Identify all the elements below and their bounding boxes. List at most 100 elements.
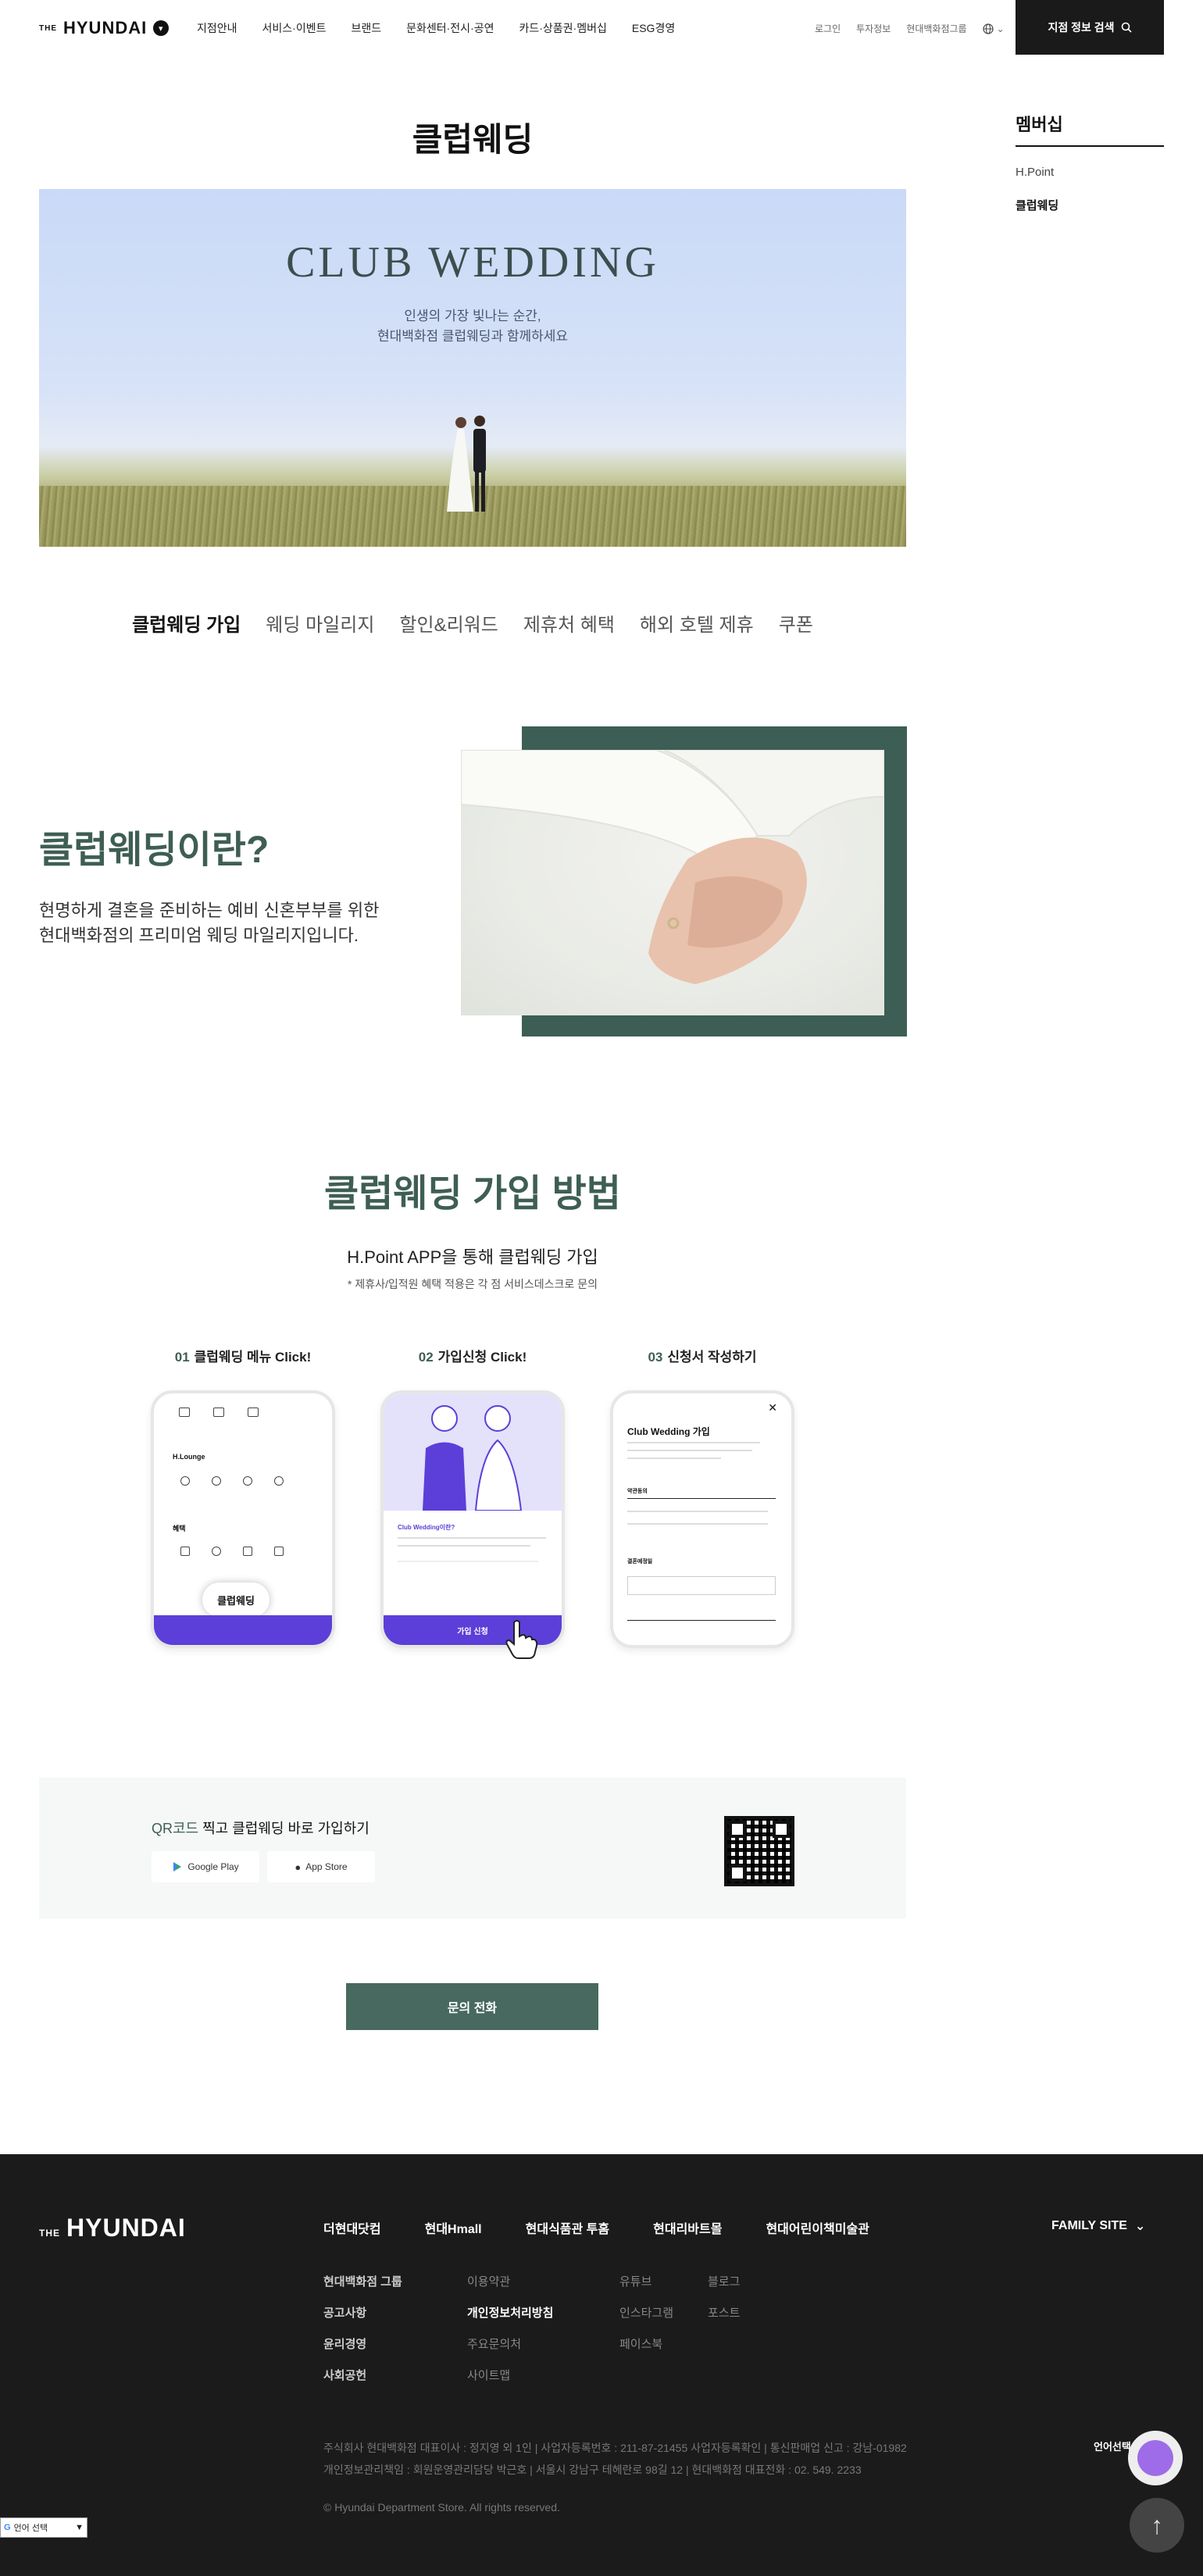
intro-description: 현명하게 결혼을 준비하는 예비 신혼부부를 위한 현대백화점의 프리미엄 웨딩…: [39, 898, 379, 948]
google-play-button[interactable]: Google Play: [152, 1851, 259, 1882]
qr-title: QR코드 찍고 클럽웨딩 바로 가입하기: [152, 1818, 369, 1838]
club-wedding-menu-chip: 클럽웨딩: [202, 1582, 270, 1617]
language-selector[interactable]: ⌄: [982, 22, 1005, 35]
hyundai-logo[interactable]: THE HYUNDAI ▾: [39, 18, 170, 38]
triangle-down-icon: ▼: [75, 2523, 84, 2532]
hero-line-1: 인생의 가장 빛나는 순간,: [404, 309, 541, 323]
lounge-icon: [180, 1476, 190, 1486]
tab-discount-reward[interactable]: 할인&리워드: [399, 609, 498, 637]
step-3-text: 신청서 작성하기: [667, 1350, 757, 1365]
footer-brand-kids-museum[interactable]: 현대어린이책미술관: [766, 2218, 869, 2237]
lounge-icon: [212, 1476, 221, 1486]
nav-item-stores[interactable]: 지점안내: [197, 20, 237, 36]
step-3-number: 03: [648, 1350, 663, 1365]
footer-link-contacts[interactable]: 주요문의처: [467, 2329, 553, 2360]
footer-col-sns-2: 블로그 포스트: [708, 2267, 740, 2329]
app-store-button[interactable]: ● App Store: [267, 1851, 375, 1882]
footer-logo[interactable]: THE HYUNDAI: [39, 2214, 186, 2242]
footer-link-facebook[interactable]: 페이스북: [619, 2329, 673, 2360]
nav-item-esg[interactable]: ESG경영: [632, 20, 675, 36]
tab-coupon[interactable]: 쿠폰: [779, 609, 813, 637]
inquiry-call-button[interactable]: 문의 전화: [346, 1983, 598, 2030]
store-search-button[interactable]: 지점 정보 검색: [1016, 0, 1164, 55]
side-menu-divider: [1016, 145, 1164, 147]
nav-item-services[interactable]: 서비스·이벤트: [262, 20, 327, 36]
sub-tabs: 클럽웨딩 가입 웨딩 마일리지 할인&리워드 제휴처 혜택 해외 호텔 제휴 쿠…: [0, 609, 945, 637]
phone-text-line: [627, 1511, 768, 1512]
chatbot-mascot-button[interactable]: [1128, 2431, 1183, 2485]
footer-link-sitemap[interactable]: 사이트맵: [467, 2360, 553, 2392]
footer-link-blog[interactable]: 블로그: [708, 2267, 740, 2298]
qr-finder: [729, 1821, 746, 1838]
qr-finder: [729, 1864, 746, 1882]
footer-col-sns: 유튜브 인스타그램 페이스북: [619, 2267, 673, 2360]
scroll-top-button[interactable]: ↑: [1130, 2498, 1184, 2553]
google-translate-widget[interactable]: G 언어 선택 ▼: [0, 2517, 87, 2538]
footer-link-ethics[interactable]: 윤리경영: [323, 2329, 402, 2360]
google-g-icon: G: [4, 2523, 11, 2532]
phone-section-hlounge: H.Lounge: [173, 1453, 205, 1461]
phone-text-line: [627, 1450, 752, 1451]
tab-club-wedding-join[interactable]: 클럽웨딩 가입: [132, 609, 241, 637]
qr-code-image: [724, 1816, 794, 1886]
phone-divider: [627, 1620, 776, 1621]
search-icon: [1121, 22, 1132, 33]
couple-illustration: [384, 1393, 562, 1511]
footer-brand-livart[interactable]: 현대리바트몰: [653, 2218, 722, 2237]
footer-link-terms[interactable]: 이용약관: [467, 2267, 553, 2298]
footer-brand-hmall[interactable]: 현대Hmall: [425, 2218, 482, 2237]
footer-brand-tohome[interactable]: 현대식품관 투홈: [526, 2218, 610, 2237]
footer-link-notice[interactable]: 공고사항: [323, 2298, 402, 2329]
tab-wedding-mileage[interactable]: 웨딩 마일리지: [266, 609, 374, 637]
benefit-icon: [243, 1547, 252, 1556]
side-item-club-wedding[interactable]: 클럽웨딩: [1016, 197, 1058, 213]
footer-col-company: 현대백화점 그룹 공고사항 윤리경영 사회공헌: [323, 2267, 402, 2392]
global-header: THE HYUNDAI ▾ 지점안내 서비스·이벤트 브랜드 문화센터·전시·공…: [0, 0, 1203, 55]
investor-link[interactable]: 투자정보: [856, 22, 891, 35]
footer-logo-text: HYUNDAI: [66, 2214, 186, 2242]
logo-small-text: THE: [39, 23, 57, 33]
google-play-icon: [173, 1862, 182, 1871]
lounge-icon: [274, 1476, 284, 1486]
footer-link-instagram[interactable]: 인스타그램: [619, 2298, 673, 2329]
hero-title: CLUB WEDDING: [286, 238, 659, 287]
phone-text-line: [627, 1523, 768, 1525]
footer-link-youtube[interactable]: 유튜브: [619, 2267, 673, 2298]
google-play-label: Google Play: [187, 1861, 239, 1872]
login-link[interactable]: 로그인: [815, 22, 841, 35]
phone-mockup-apply: Club Wedding이란? 가입 신청: [380, 1390, 565, 1648]
family-site-label: FAMILY SITE: [1051, 2219, 1127, 2232]
side-item-hpoint[interactable]: H.Point: [1016, 166, 1054, 179]
nav-item-culture[interactable]: 문화센터·전시·공연: [406, 20, 494, 36]
phone-form-title: Club Wedding 가입: [627, 1426, 710, 1437]
hand-cursor-icon: [505, 1620, 538, 1659]
phone-card-title: Club Wedding이란?: [398, 1524, 455, 1531]
copyright: © Hyundai Department Store. All rights r…: [323, 2501, 560, 2514]
step-1-label: 01 클럽웨딩 메뉴 Click!: [149, 1346, 337, 1365]
phone-field-date: 결혼예정일: [627, 1559, 653, 1565]
translate-label: 언어 선택: [13, 2524, 48, 2533]
chevron-down-icon[interactable]: ▾: [153, 20, 170, 36]
chevron-down-icon: ⌄: [1134, 2220, 1146, 2233]
phone-section-benefit: 혜택: [173, 1525, 186, 1532]
tab-overseas-hotel[interactable]: 해외 호텔 제휴: [640, 609, 754, 637]
company-info-line-2: 개인정보관리책임 : 회원운영관리담당 박근호 | 서울시 강남구 테헤란로 9…: [323, 2464, 862, 2476]
footer-link-privacy[interactable]: 개인정보처리방침: [467, 2298, 553, 2329]
utility-nav: 로그인 투자정보 현대백화점그룹 ⌄: [815, 22, 1005, 35]
footer-link-post[interactable]: 포스트: [708, 2298, 740, 2329]
footer-brand-thehyundai[interactable]: 더현대닷컴: [323, 2218, 381, 2237]
join-subtitle: H.Point APP을 통해 클럽웨딩 가입: [347, 1247, 598, 1267]
family-site-dropdown[interactable]: FAMILY SITE ⌄: [1051, 2218, 1145, 2234]
nav-item-membership[interactable]: 카드·상품권·멤버십: [519, 20, 607, 36]
footer-link-csr[interactable]: 사회공헌: [323, 2360, 402, 2392]
nav-item-brands[interactable]: 브랜드: [351, 20, 381, 36]
group-link[interactable]: 현대백화점그룹: [906, 22, 966, 35]
language-select-label[interactable]: 언어선택: [1094, 2439, 1131, 2453]
phone-text-line: [398, 1537, 546, 1539]
tab-partner-benefits[interactable]: 제휴처 혜택: [523, 609, 615, 637]
footer-link-group[interactable]: 현대백화점 그룹: [323, 2267, 402, 2298]
join-note: * 제휴사/입적원 혜택 적용은 각 점 서비스데스크로 문의: [348, 1278, 598, 1290]
ring-icon: [212, 1547, 221, 1556]
benefit-icon: [274, 1547, 284, 1556]
apple-icon: ●: [295, 1861, 302, 1873]
